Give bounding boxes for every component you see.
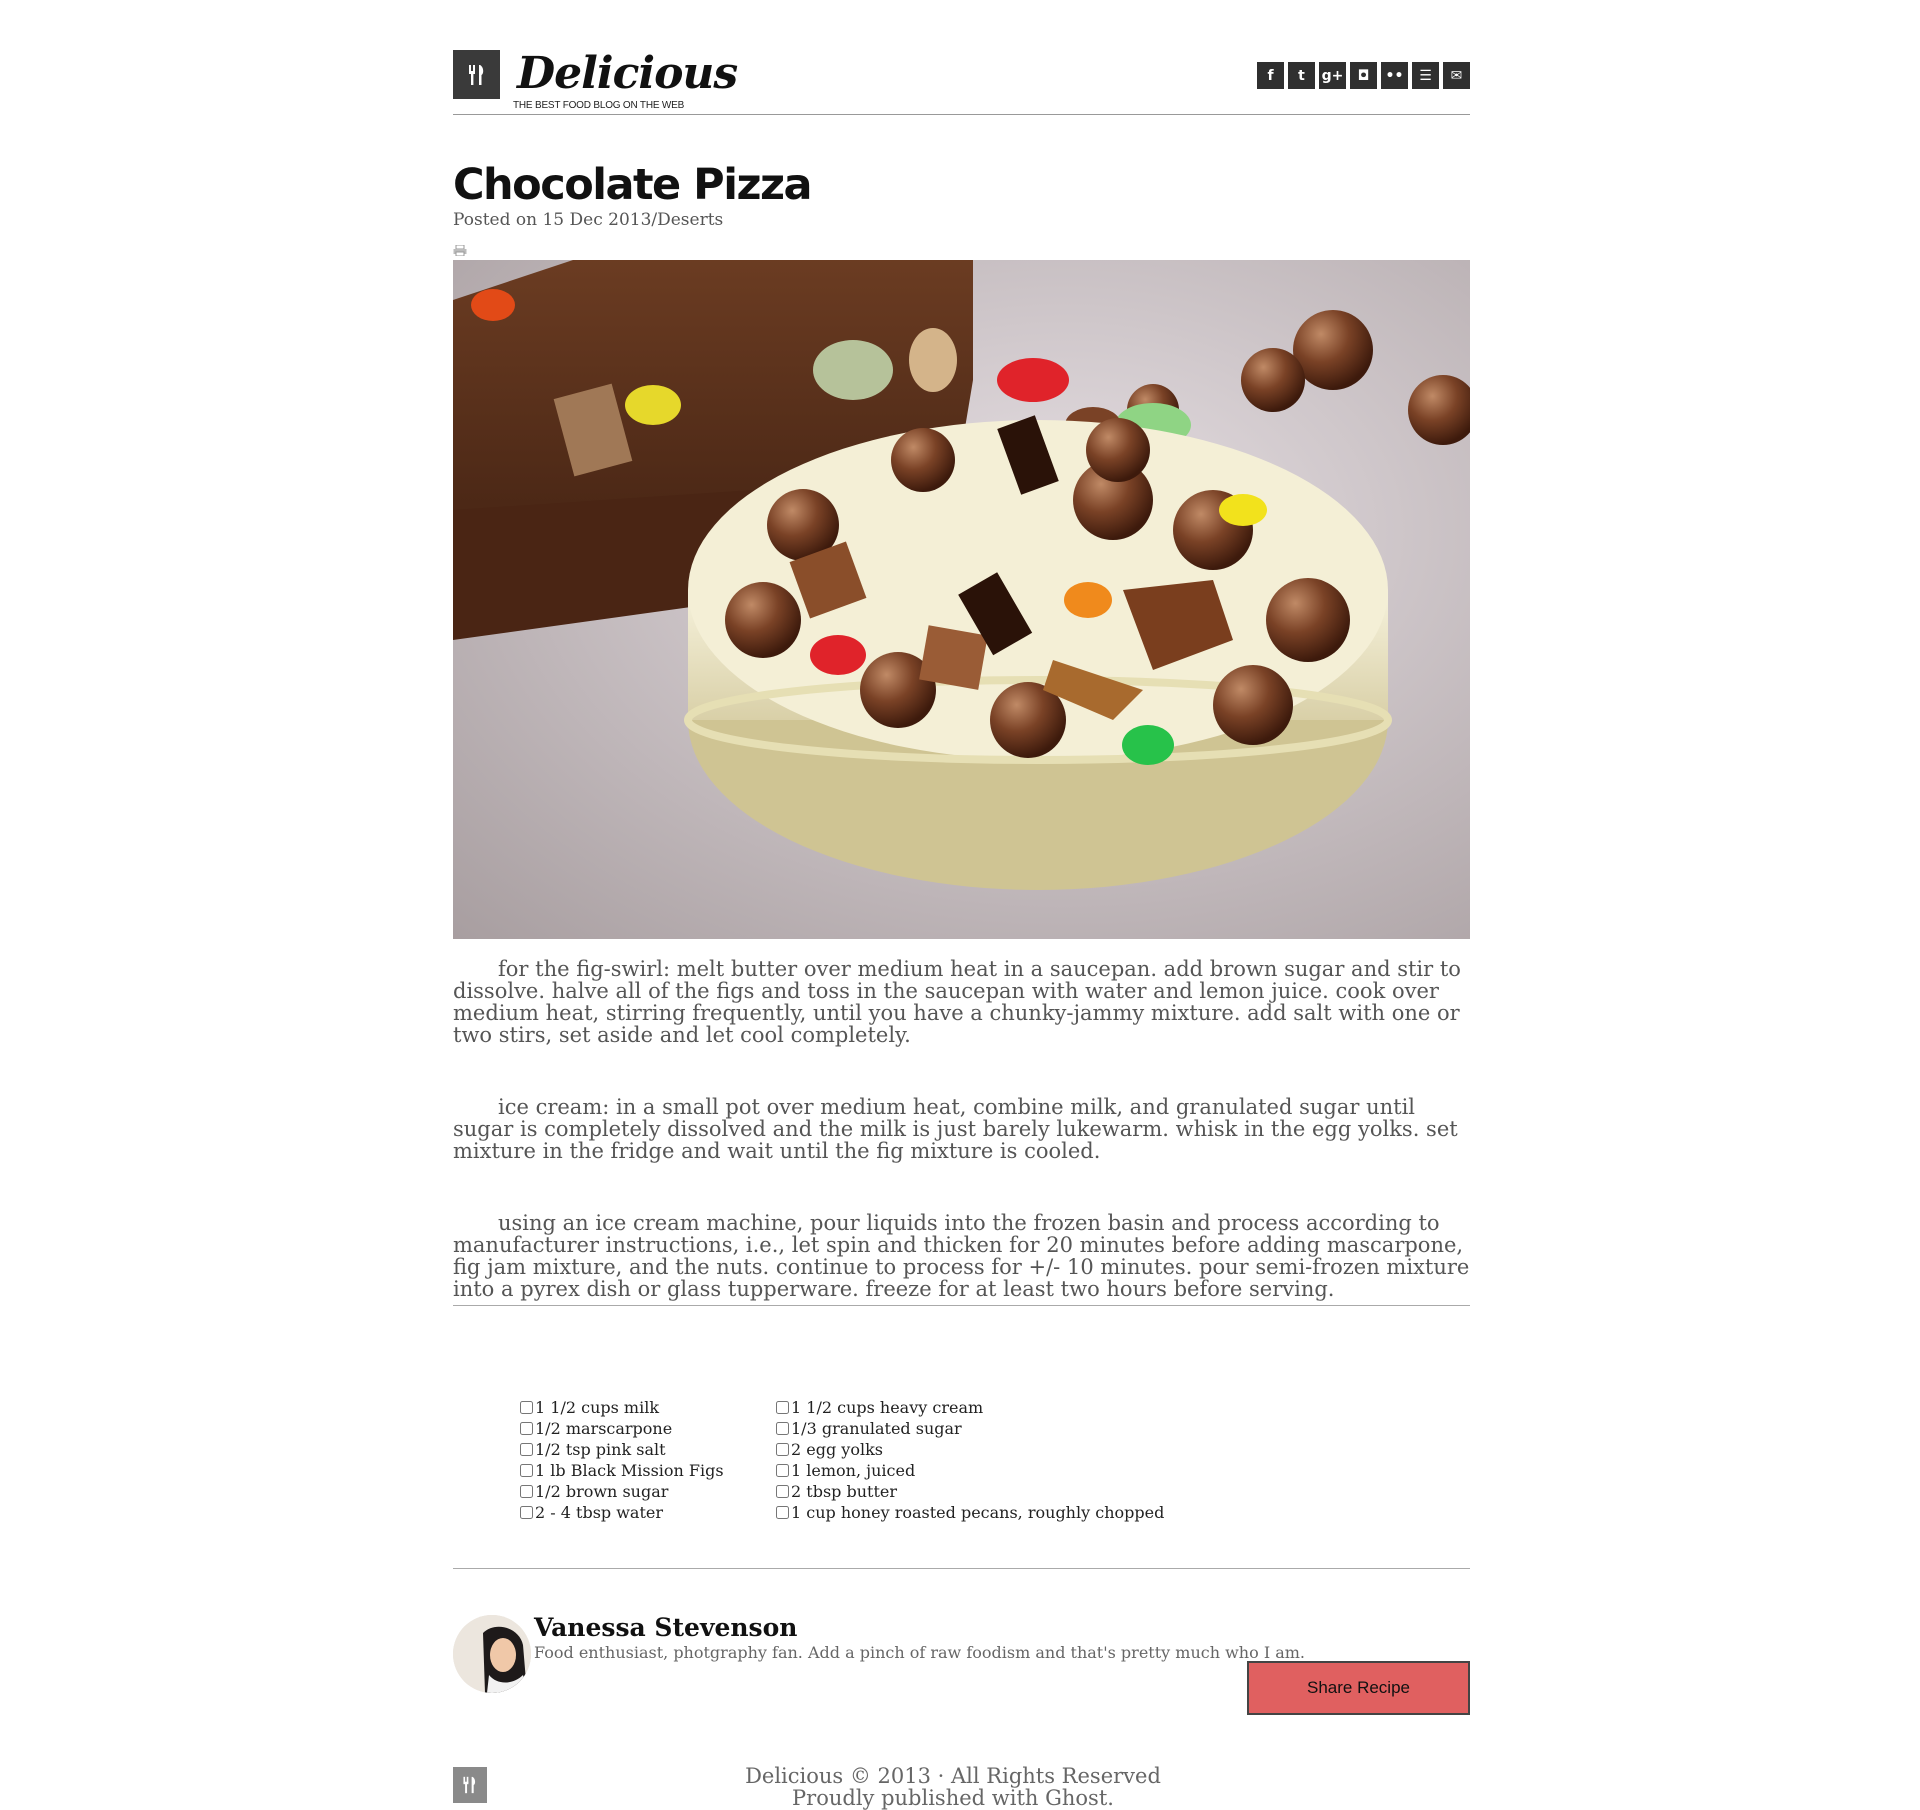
ingredient-checkbox[interactable] [520,1443,533,1456]
twitter-icon[interactable]: t [1288,62,1315,89]
ingredient-item[interactable]: 1 1/2 cups heavy cream [776,1397,1164,1418]
fork-knife-icon [468,64,483,85]
author-avatar [453,1615,531,1693]
ingredient-checkbox[interactable] [776,1485,789,1498]
social-links: f t g+ ◘ •• ☰ ✉ [1257,62,1470,89]
google-plus-icon[interactable]: g+ [1319,62,1346,89]
ingredient-label: 1 lb Black Mission Figs [535,1461,724,1480]
site-header: Delicious THE BEST FOOD BLOG ON THE WEB … [453,50,1470,115]
instagram-icon[interactable]: ◘ [1350,62,1377,89]
ingredient-checkbox[interactable] [520,1464,533,1477]
footer-logo[interactable] [453,1767,487,1803]
ingredient-checkbox[interactable] [776,1506,789,1519]
copyright: Delicious © 2013 · All Rights Reserved [745,1764,1161,1788]
tagline: THE BEST FOOD BLOG ON THE WEB [513,100,685,111]
logo-mark[interactable] [453,50,500,99]
ingredient-item[interactable]: 1/2 tsp pink salt [520,1439,724,1460]
ingredient-checkbox[interactable] [776,1401,789,1414]
hero-image [453,260,1470,939]
print-icon[interactable] [453,245,467,256]
ingredient-item[interactable]: 1/3 granulated sugar [776,1418,1164,1439]
ingredient-label: 1 lemon, juiced [791,1461,916,1480]
ingredient-item[interactable]: 1/2 marscarpone [520,1418,724,1439]
ingredient-label: 1 1/2 cups heavy cream [791,1398,984,1417]
footer-text: Delicious © 2013 · All Rights Reserved P… [653,1765,1253,1809]
ingredient-item[interactable]: 2 tbsp butter [776,1481,1164,1502]
brand-name[interactable]: Delicious [517,52,738,96]
page-title: Chocolate Pizza [453,160,813,210]
ingredient-label: 1/3 granulated sugar [791,1419,962,1438]
email-icon[interactable]: ✉ [1443,62,1470,89]
ingredient-item[interactable]: 1 lb Black Mission Figs [520,1460,724,1481]
author-name: Vanessa Stevenson [534,1613,798,1642]
ingredient-item[interactable]: 1 1/2 cups milk [520,1397,724,1418]
ingredient-label: 1/2 marscarpone [535,1419,673,1438]
ingredient-checkbox[interactable] [520,1422,533,1435]
ingredient-label: 1/2 tsp pink salt [535,1440,666,1459]
ingredient-label: 1/2 brown sugar [535,1482,669,1501]
post-body: for the fig-swirl: melt butter over medi… [453,958,1470,1350]
paragraph: ice cream: in a small pot over medium he… [453,1095,1458,1163]
ingredient-checkbox[interactable] [776,1464,789,1477]
ingredient-item[interactable]: 2 - 4 tbsp water [520,1502,724,1523]
ingredient-checkbox[interactable] [776,1422,789,1435]
ingredient-item[interactable]: 2 egg yolks [776,1439,1164,1460]
ingredient-label: 1 cup honey roasted pecans, roughly chop… [791,1503,1165,1522]
ingredient-item[interactable]: 1/2 brown sugar [520,1481,724,1502]
author-bio: Food enthusiast, photgraphy fan. Add a p… [534,1643,1306,1662]
ingredient-label: 1 1/2 cups milk [535,1398,660,1417]
facebook-icon[interactable]: f [1257,62,1284,89]
ingredient-checkbox[interactable] [520,1485,533,1498]
divider [453,1305,1470,1306]
powered-by: Proudly published with Ghost. [792,1786,1114,1810]
ingredient-list-left: 1 1/2 cups milk 1/2 marscarpone 1/2 tsp … [520,1397,724,1523]
ingredient-checkbox[interactable] [520,1506,533,1519]
ingredient-item[interactable]: 1 lemon, juiced [776,1460,1164,1481]
share-recipe-button[interactable]: Share Recipe [1247,1661,1470,1715]
paragraph: for the fig-swirl: melt butter over medi… [453,957,1461,1047]
divider [453,1568,1470,1569]
flickr-icon[interactable]: •• [1381,62,1408,89]
ingredient-checkbox[interactable] [520,1401,533,1414]
ingredient-label: 2 tbsp butter [791,1482,897,1501]
ingredient-checkbox[interactable] [776,1443,789,1456]
fork-knife-icon [463,1776,476,1794]
ingredient-label: 2 egg yolks [791,1440,883,1459]
ingredient-list-right: 1 1/2 cups heavy cream 1/3 granulated su… [776,1397,1164,1523]
post-meta: Posted on 15 Dec 2013/Deserts [453,210,724,230]
ingredient-label: 2 - 4 tbsp water [535,1503,664,1522]
rss-icon[interactable]: ☰ [1412,62,1439,89]
paragraph: using an ice cream machine, pour liquids… [453,1211,1470,1301]
ingredient-item[interactable]: 1 cup honey roasted pecans, roughly chop… [776,1502,1164,1523]
